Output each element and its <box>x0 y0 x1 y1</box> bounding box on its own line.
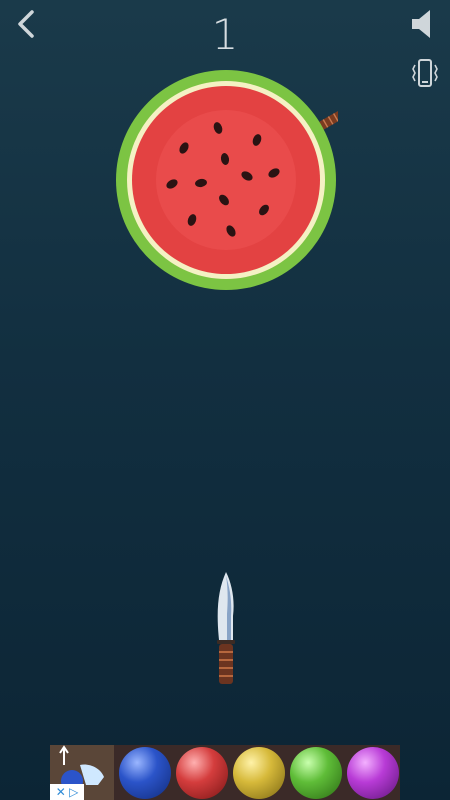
throwing-knife[interactable] <box>208 570 244 690</box>
ad-ball-red <box>176 746 228 799</box>
watermelon-target <box>116 70 338 290</box>
ad-ball-purple <box>347 746 399 799</box>
knife-handle <box>219 644 233 684</box>
speaker-icon <box>412 10 430 38</box>
sound-toggle-button[interactable] <box>406 6 442 42</box>
ad-close-button[interactable]: ✕ ▷ <box>50 784 84 800</box>
ad-thumbnail[interactable]: ✕ ▷ <box>50 745 114 800</box>
vibrate-phone-icon <box>412 59 438 87</box>
ad-ball-blue <box>119 746 171 799</box>
vibrate-toggle-button[interactable] <box>410 56 440 92</box>
score-counter: 1 <box>211 10 239 59</box>
ad-banner[interactable]: ✕ ▷ <box>50 745 400 800</box>
knife-blade <box>217 572 234 640</box>
ad-ball-green <box>290 746 342 799</box>
ad-ball-yellow <box>233 746 285 799</box>
